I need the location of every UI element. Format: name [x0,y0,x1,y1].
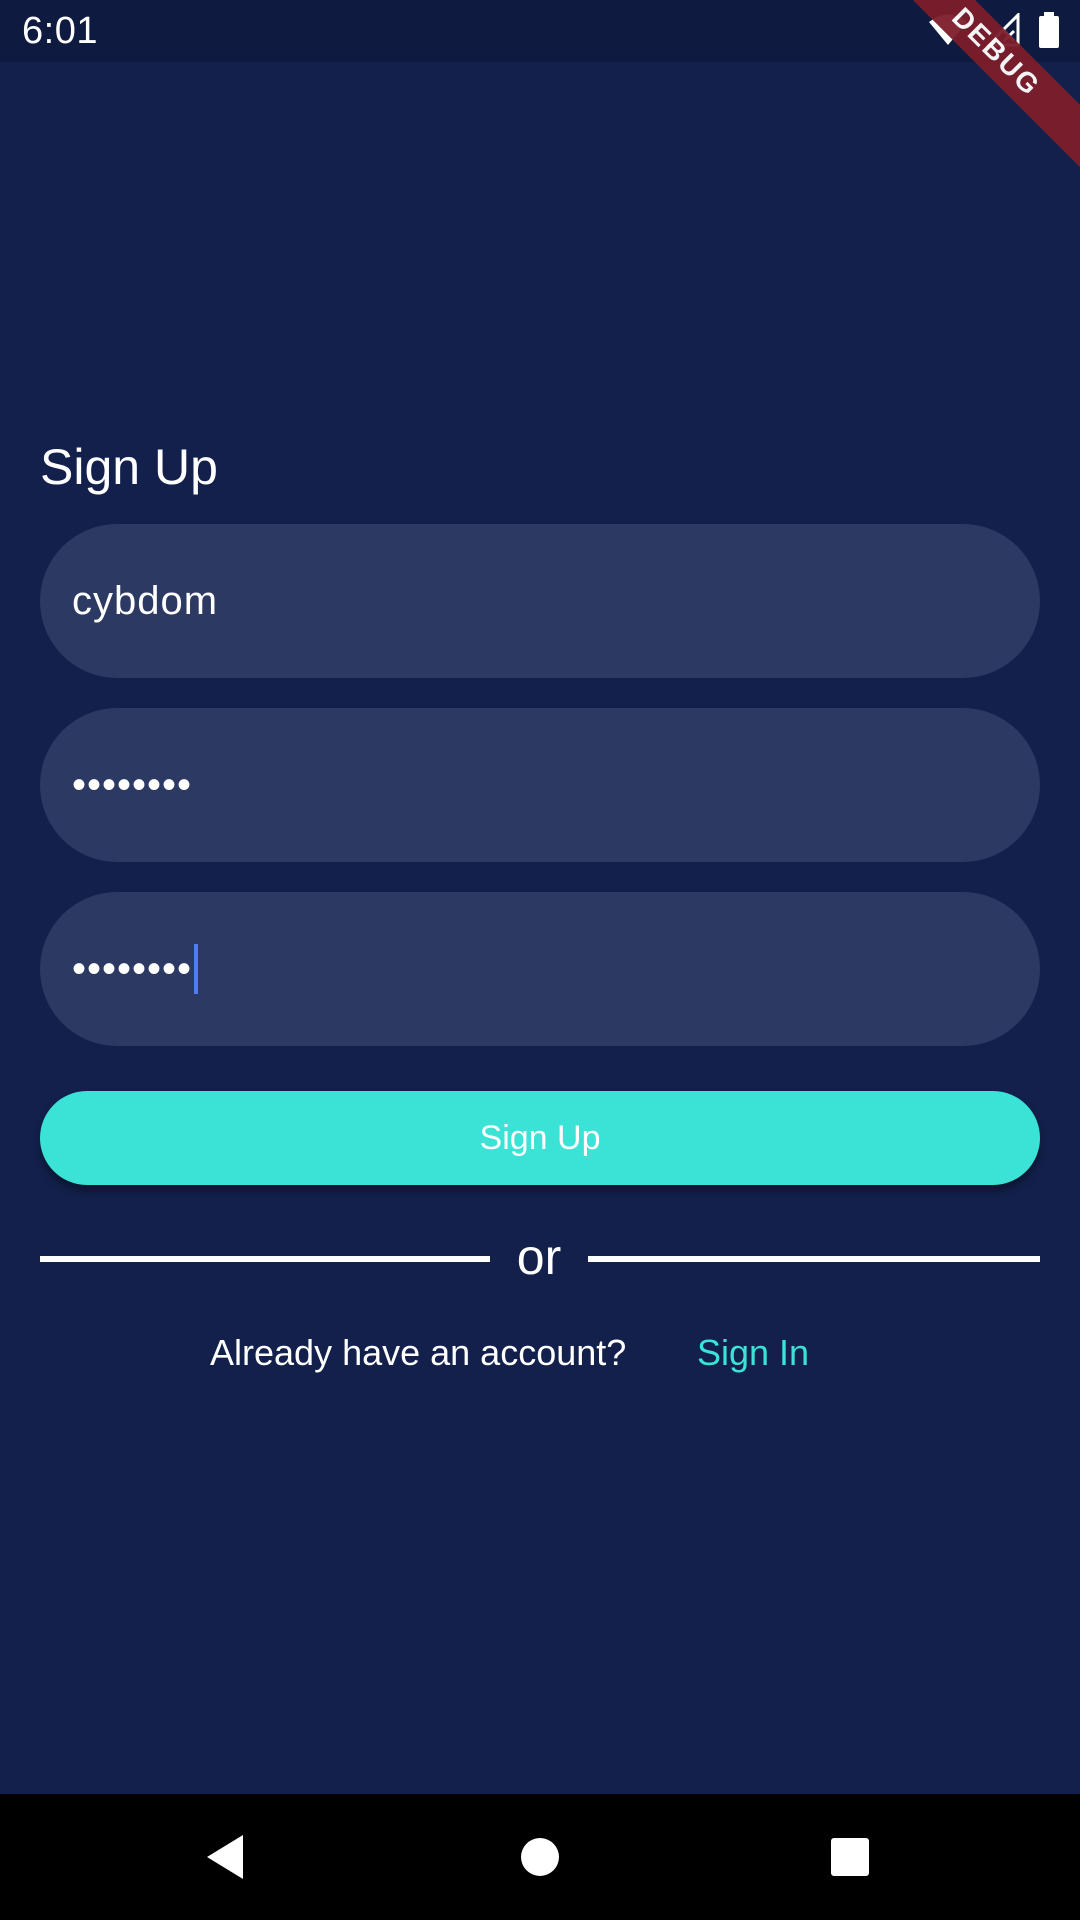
signin-link[interactable]: Sign In [697,1332,809,1374]
navigation-bar [0,1794,1080,1920]
status-bar: 6:01 [0,0,1080,62]
password-value: •••••••• [72,762,193,807]
signup-screen: 6:01 DEBUG Sign Up cybdom •••••••• •••••… [0,0,1080,1920]
battery-icon [1038,11,1060,53]
password-field[interactable]: •••••••• [40,708,1040,862]
signup-button[interactable]: Sign Up [40,1091,1040,1185]
home-icon [521,1838,559,1876]
recents-icon [831,1838,869,1876]
divider-right [588,1256,1040,1262]
confirm-password-field[interactable]: •••••••• [40,892,1040,1046]
confirm-password-value: •••••••• [72,946,193,991]
back-button[interactable] [165,1794,285,1920]
text-cursor [194,944,199,994]
username-field[interactable]: cybdom [40,524,1040,678]
back-icon [207,1835,243,1879]
divider-left [40,1256,490,1262]
page-title: Sign Up [40,439,218,495]
divider-or: or [516,1229,562,1285]
home-button[interactable] [480,1794,600,1920]
recents-button[interactable] [790,1794,910,1920]
username-value: cybdom [72,578,219,623]
status-time: 6:01 [22,10,98,52]
account-prompt: Already have an account? [210,1332,627,1373]
